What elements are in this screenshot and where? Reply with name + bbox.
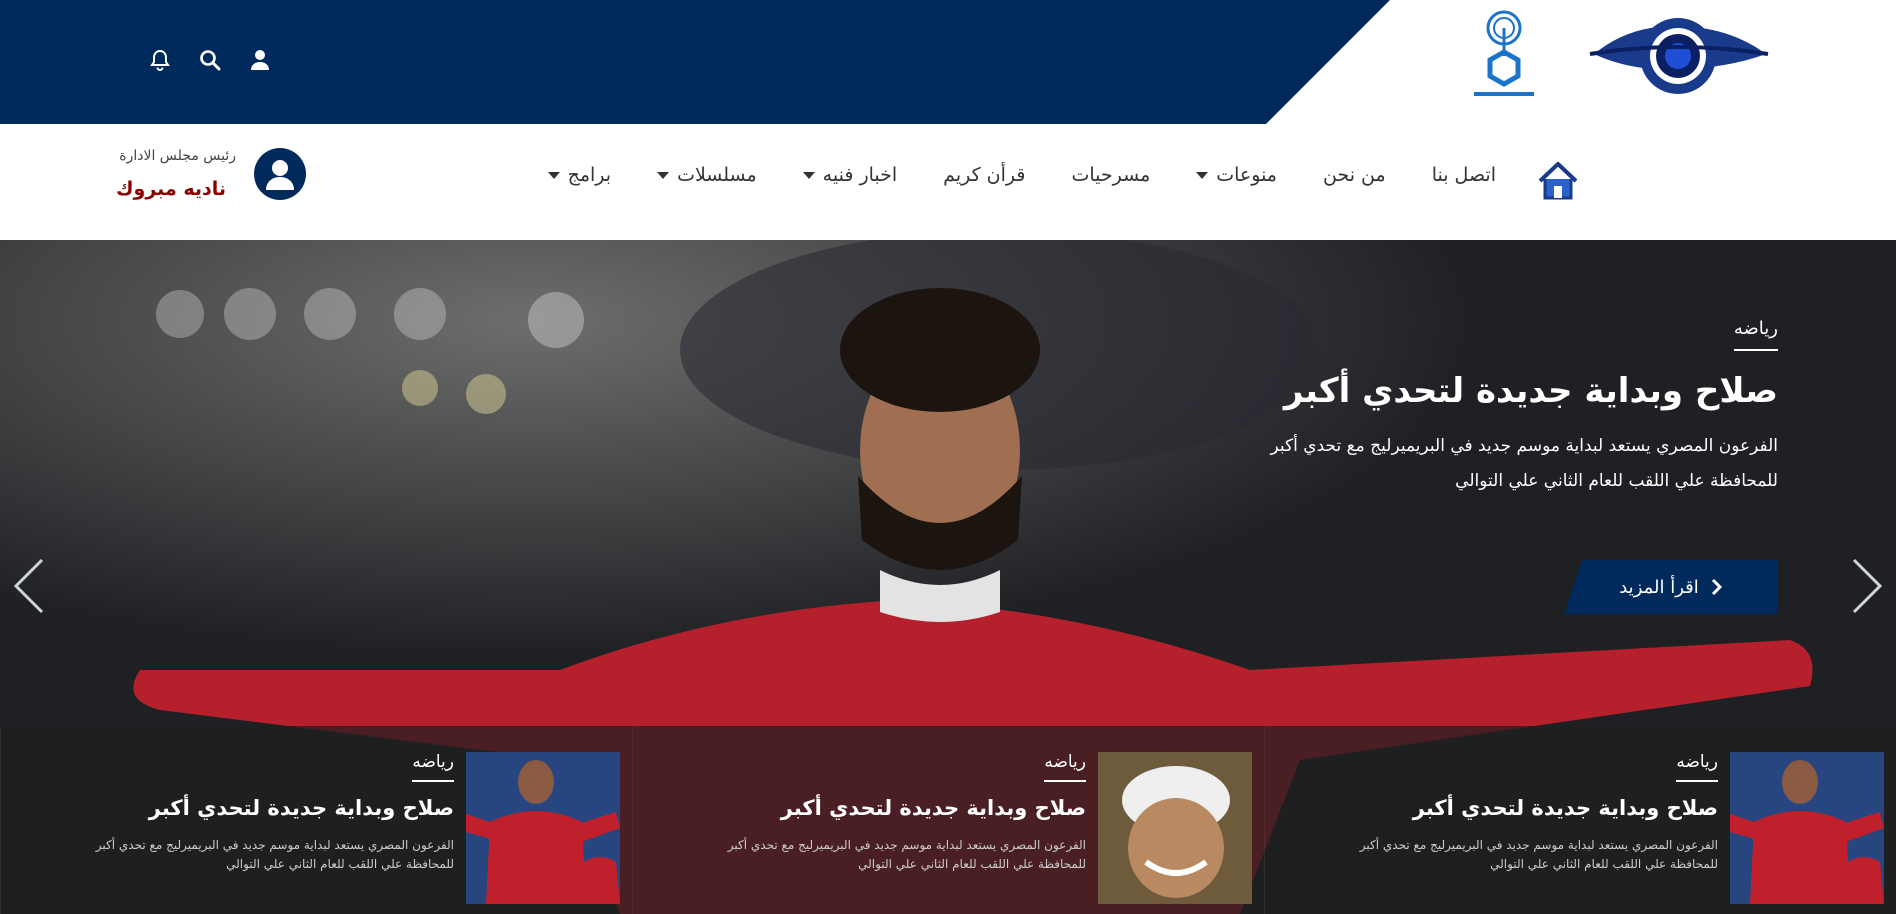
thumbnail-image <box>1098 752 1252 904</box>
person-icon <box>266 160 294 190</box>
hero-slider: رياضه صلاح وبداية جديدة لتحدي أكبر الفرع… <box>0 240 1896 914</box>
read-more-button[interactable]: اقرأ المزيد <box>1564 560 1778 614</box>
slider-next-arrow[interactable] <box>1846 556 1886 616</box>
hero-title[interactable]: صلاح وبداية جديدة لتحدي أكبر <box>1158 371 1778 411</box>
hero-desc-line: الفرعون المصري يستعد لبداية موسم جديد في… <box>1270 436 1778 456</box>
thumbnail-desc-line: للمحافظة علي اللقب للعام الثاني علي التو… <box>858 857 1086 871</box>
nav-item-art-news[interactable]: اخبار فنيه <box>802 164 898 186</box>
nav-item-programs[interactable]: برامج <box>547 164 612 186</box>
top-icon-bar <box>148 48 272 72</box>
thumbnail-desc-line: الفرعون المصري يستعد لبداية موسم جديد في… <box>95 838 454 852</box>
home-icon[interactable] <box>1536 160 1580 202</box>
thumbnail-desc-line: الفرعون المصري يستعد لبداية موسم جديد في… <box>727 838 1086 852</box>
caret-down-icon <box>802 171 815 179</box>
thumbnail-description: الفرعون المصري يستعد لبداية موسم جديد في… <box>666 836 1086 874</box>
thumbnail-title[interactable]: صلاح وبداية جديدة لتحدي أكبر <box>1298 796 1718 820</box>
bell-icon[interactable] <box>148 48 172 72</box>
nav-item-label: برامج <box>567 164 612 186</box>
slider-prev-arrow[interactable] <box>10 556 50 616</box>
nav-menu: برامج مسلسلات اخبار فنيه قرأن كريم مسرحي… <box>547 164 1496 186</box>
chairman-name: ناديه مبروك <box>116 178 226 200</box>
caret-down-icon <box>1196 171 1209 179</box>
nav-item-contact[interactable]: اتصل بنا <box>1432 164 1496 186</box>
nav-item-series[interactable]: مسلسلات <box>657 164 757 186</box>
thumbnail-image <box>1730 752 1884 904</box>
thumbnail-desc-line: للمحافظة علي اللقب للعام الثاني علي التو… <box>226 857 454 871</box>
nav-item-about[interactable]: من نحن <box>1323 164 1386 186</box>
thumbnail-category[interactable]: رياضه <box>412 752 454 782</box>
thumbnail-title[interactable]: صلاح وبداية جديدة لتحدي أكبر <box>666 796 1086 820</box>
thumbnail-desc-line: للمحافظة علي اللقب للعام الثاني علي التو… <box>1490 857 1718 871</box>
search-icon[interactable] <box>198 48 222 72</box>
thumbnail-category[interactable]: رياضه <box>1676 752 1718 782</box>
nav-item-label: قرأن كريم <box>943 164 1026 186</box>
national-media-authority-logo <box>1462 8 1546 104</box>
nav-item-variety[interactable]: منوعات <box>1196 164 1277 186</box>
nav-item-label: اتصل بنا <box>1431 164 1496 186</box>
chevron-right-icon <box>1711 578 1722 596</box>
caret-down-icon <box>547 171 560 179</box>
chevron-right-icon <box>1852 558 1883 614</box>
chairman-avatar <box>254 148 306 200</box>
thumbnail-description: الفرعون المصري يستعد لبداية موسم جديد في… <box>34 836 454 874</box>
thumbnail-desc-line: الفرعون المصري يستعد لبداية موسم جديد في… <box>1359 838 1718 852</box>
nav-item-label: مسلسلات <box>677 164 757 186</box>
hero-category[interactable]: رياضه <box>1733 318 1778 351</box>
hero-caption: رياضه صلاح وبداية جديدة لتحدي أكبر الفرع… <box>1158 318 1778 499</box>
nav-item-plays[interactable]: مسرحيات <box>1071 164 1150 186</box>
thumbnail-caption: رياضه صلاح وبداية جديدة لتحدي أكبر الفرع… <box>666 752 1086 874</box>
thumbnail-image <box>466 752 620 904</box>
chevron-left-icon <box>13 558 44 614</box>
top-header <box>0 0 1896 124</box>
thumbnail-caption: رياضه صلاح وبداية جديدة لتحدي أكبر الفرع… <box>1298 752 1718 874</box>
thumbnail-description: الفرعون المصري يستعد لبداية موسم جديد في… <box>1298 836 1718 874</box>
read-more-label: اقرأ المزيد <box>1619 576 1699 598</box>
user-icon[interactable] <box>248 48 272 72</box>
caret-down-icon <box>657 171 670 179</box>
chairman-role: رئيس مجلس الادارة <box>119 148 236 164</box>
hero-description: الفرعون المصري يستعد لبداية موسم جديد في… <box>1158 429 1778 499</box>
nav-item-label: مسرحيات <box>1071 164 1151 186</box>
thumbnail-card[interactable]: رياضه صلاح وبداية جديدة لتحدي أكبر الفرع… <box>0 726 632 914</box>
thumbnail-card[interactable]: رياضه صلاح وبداية جديدة لتحدي أكبر الفرع… <box>632 726 1264 914</box>
thumbnail-strip: رياضه صلاح وبداية جديدة لتحدي أكبر الفرع… <box>0 726 1896 914</box>
hero-desc-line: للمحافظة علي اللقب للعام الثاني علي التو… <box>1455 471 1778 491</box>
nav-item-label: اخبار فنيه <box>822 164 898 186</box>
thumbnail-caption: رياضه صلاح وبداية جديدة لتحدي أكبر الفرع… <box>34 752 454 874</box>
nav-item-label: منوعات <box>1216 164 1277 186</box>
nav-item-label: من نحن <box>1323 164 1386 186</box>
thumbnail-card[interactable]: رياضه صلاح وبداية جديدة لتحدي أكبر الفرع… <box>1264 726 1896 914</box>
nav-item-quran[interactable]: قرأن كريم <box>943 164 1025 186</box>
cairo-voice-logo[interactable] <box>1588 10 1770 102</box>
thumbnail-title[interactable]: صلاح وبداية جديدة لتحدي أكبر <box>34 796 454 820</box>
thumbnail-category[interactable]: رياضه <box>1044 752 1086 782</box>
